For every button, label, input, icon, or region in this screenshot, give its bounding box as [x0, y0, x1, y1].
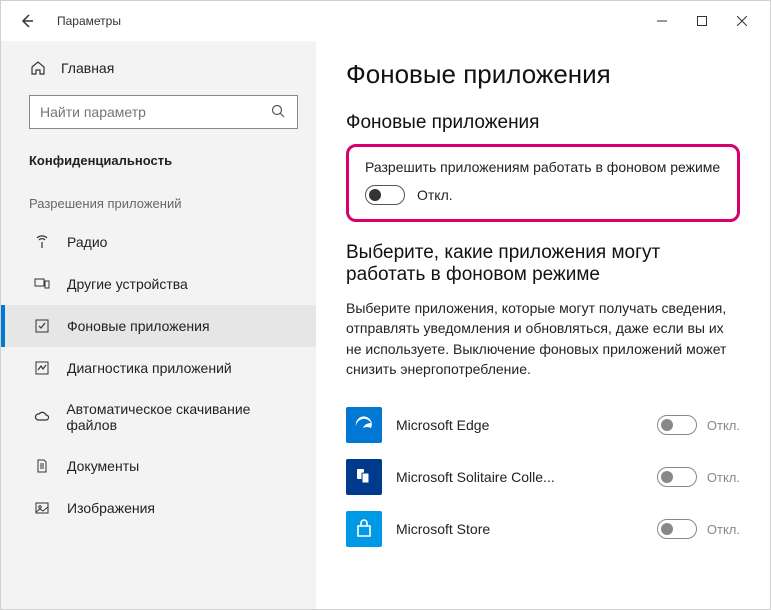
background-apps-icon — [33, 317, 51, 335]
app-name-label: Microsoft Store — [396, 521, 643, 537]
app-icon-edge — [346, 407, 382, 443]
toggle-knob — [661, 419, 673, 431]
titlebar: Параметры — [1, 1, 770, 41]
document-icon — [33, 457, 51, 475]
close-button[interactable] — [722, 5, 762, 37]
sidebar-item-background-apps[interactable]: Фоновые приложения — [1, 305, 316, 347]
radio-icon — [33, 233, 51, 251]
search-icon — [271, 104, 287, 120]
minimize-button[interactable] — [642, 5, 682, 37]
page-title: Фоновые приложения — [346, 59, 740, 90]
master-toggle-state: Откл. — [417, 187, 453, 203]
sidebar-item-label: Фоновые приложения — [67, 318, 210, 334]
devices-icon — [33, 275, 51, 293]
nav-home-label: Главная — [61, 60, 114, 76]
app-toggle-solitaire[interactable] — [657, 467, 697, 487]
search-box[interactable] — [29, 95, 298, 129]
minimize-icon — [657, 16, 667, 26]
window-controls — [642, 5, 762, 37]
app-toggle-wrap: Откл. — [657, 415, 740, 435]
app-icon-store — [346, 511, 382, 547]
sidebar-item-diagnostics[interactable]: Диагностика приложений — [1, 347, 316, 389]
sidebar: Главная Конфиденциальность Разрешения пр… — [1, 41, 316, 609]
sidebar-item-label: Радио — [67, 234, 107, 250]
content-area: Главная Конфиденциальность Разрешения пр… — [1, 41, 770, 609]
sidebar-item-auto-download[interactable]: Автоматическое скачивание файлов — [1, 389, 316, 445]
toggle-knob — [661, 523, 673, 535]
sidebar-item-label: Изображения — [67, 500, 155, 516]
diagnostics-icon — [33, 359, 51, 377]
section-heading-1: Фоновые приложения — [346, 112, 740, 134]
app-toggle-state: Откл. — [707, 418, 740, 433]
sidebar-item-other-devices[interactable]: Другие устройства — [1, 263, 316, 305]
arrow-left-icon — [19, 13, 35, 29]
sidebar-item-documents[interactable]: Документы — [1, 445, 316, 487]
sidebar-permissions-header: Разрешения приложений — [1, 182, 316, 221]
master-toggle-label: Разрешить приложениям работать в фоновом… — [365, 159, 721, 175]
window-title: Параметры — [57, 14, 642, 28]
sidebar-item-label: Автоматическое скачивание файлов — [66, 401, 296, 433]
app-toggle-state: Откл. — [707, 470, 740, 485]
app-row-solitaire: Microsoft Solitaire Colle... Откл. — [346, 451, 740, 503]
home-icon — [29, 59, 47, 77]
sidebar-item-images[interactable]: Изображения — [1, 487, 316, 529]
nav-home[interactable]: Главная — [1, 49, 316, 87]
app-toggle-state: Откл. — [707, 522, 740, 537]
section-heading-2: Выберите, какие приложения могут работат… — [346, 242, 740, 286]
sidebar-item-label: Документы — [67, 458, 139, 474]
app-name-label: Microsoft Edge — [396, 417, 643, 433]
settings-window: Параметры Главная — [0, 0, 771, 610]
app-icon-solitaire — [346, 459, 382, 495]
app-toggle-wrap: Откл. — [657, 519, 740, 539]
app-toggle-store[interactable] — [657, 519, 697, 539]
toggle-knob — [369, 189, 381, 201]
close-icon — [737, 16, 747, 26]
maximize-button[interactable] — [682, 5, 722, 37]
master-toggle[interactable] — [365, 185, 405, 205]
sidebar-item-label: Диагностика приложений — [67, 360, 232, 376]
sidebar-item-label: Другие устройства — [67, 276, 188, 292]
app-name-label: Microsoft Solitaire Colle... — [396, 469, 643, 485]
section-description: Выберите приложения, которые могут получ… — [346, 298, 740, 379]
maximize-icon — [697, 16, 707, 26]
app-toggle-edge[interactable] — [657, 415, 697, 435]
toggle-knob — [661, 471, 673, 483]
app-row-edge: Microsoft Edge Откл. — [346, 399, 740, 451]
main-panel: Фоновые приложения Фоновые приложения Ра… — [316, 41, 770, 609]
cloud-download-icon — [33, 408, 50, 426]
image-icon — [33, 499, 51, 517]
app-row-store: Microsoft Store Откл. — [346, 503, 740, 555]
sidebar-item-radio[interactable]: Радио — [1, 221, 316, 263]
app-toggle-wrap: Откл. — [657, 467, 740, 487]
search-input[interactable] — [40, 104, 271, 120]
highlighted-setting: Разрешить приложениям работать в фоновом… — [346, 144, 740, 222]
back-button[interactable] — [9, 3, 45, 39]
sidebar-section-title: Конфиденциальность — [1, 147, 316, 182]
master-toggle-row: Откл. — [365, 185, 721, 205]
